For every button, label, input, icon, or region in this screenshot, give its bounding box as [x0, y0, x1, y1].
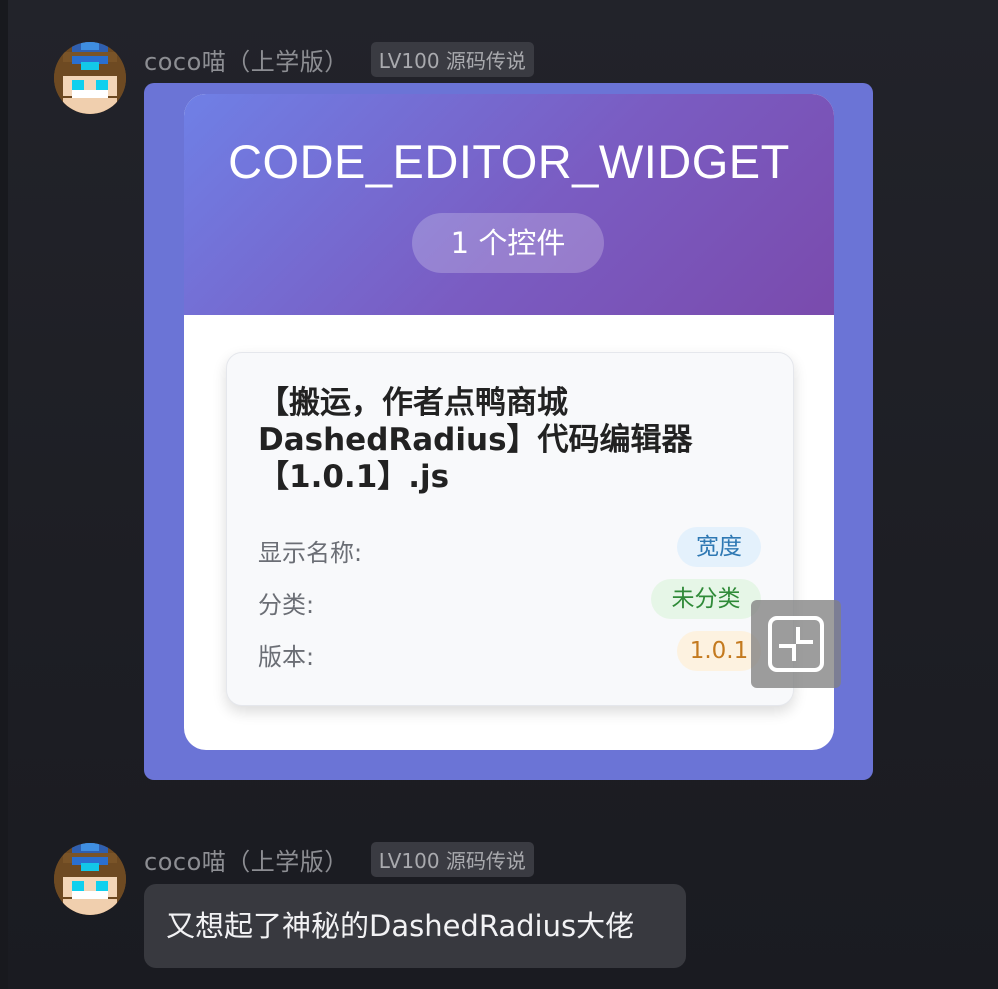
- card-title: CODE_EDITOR_WIDGET: [228, 135, 790, 188]
- widget-item-title: 【搬运，作者点鸭商城DashedRadius】代码编辑器【1.0.1】.js: [258, 385, 693, 495]
- message-header: coco喵（上学版） LV100 源码传说: [144, 842, 534, 877]
- level-badge: LV100 源码传说: [370, 842, 534, 877]
- expand-icon: [768, 616, 824, 672]
- chat-message-text: 又想起了神秘的DashedRadius大佬: [166, 909, 635, 943]
- level-badge: LV100 源码传说: [370, 42, 534, 77]
- display-name-tag: 宽度: [677, 527, 761, 567]
- sender-name[interactable]: coco喵（上学版）: [144, 842, 349, 877]
- avatar[interactable]: [54, 42, 126, 114]
- widget-count-badge: 1 个控件: [412, 213, 604, 273]
- widget-card: CODE_EDITOR_WIDGET 1 个控件 【搬运，作者点鸭商城Dashe…: [184, 94, 834, 750]
- version-label: 版本:: [258, 643, 315, 671]
- sender-name[interactable]: coco喵（上学版）: [144, 42, 349, 77]
- category-label: 分类:: [258, 591, 315, 619]
- left-edge: [0, 0, 8, 989]
- expand-button[interactable]: [751, 600, 841, 688]
- category-tag: 未分类: [651, 579, 761, 619]
- display-name-label: 显示名称:: [258, 539, 363, 567]
- message-header: coco喵（上学版） LV100 源码传说: [144, 42, 534, 77]
- version-tag: 1.0.1: [677, 631, 761, 671]
- chat-message-bubble[interactable]: 又想起了神秘的DashedRadius大佬: [144, 884, 686, 968]
- card-header: CODE_EDITOR_WIDGET 1 个控件: [184, 94, 834, 315]
- widget-item[interactable]: 【搬运，作者点鸭商城DashedRadius】代码编辑器【1.0.1】.js 显…: [226, 352, 794, 706]
- avatar[interactable]: [54, 843, 126, 915]
